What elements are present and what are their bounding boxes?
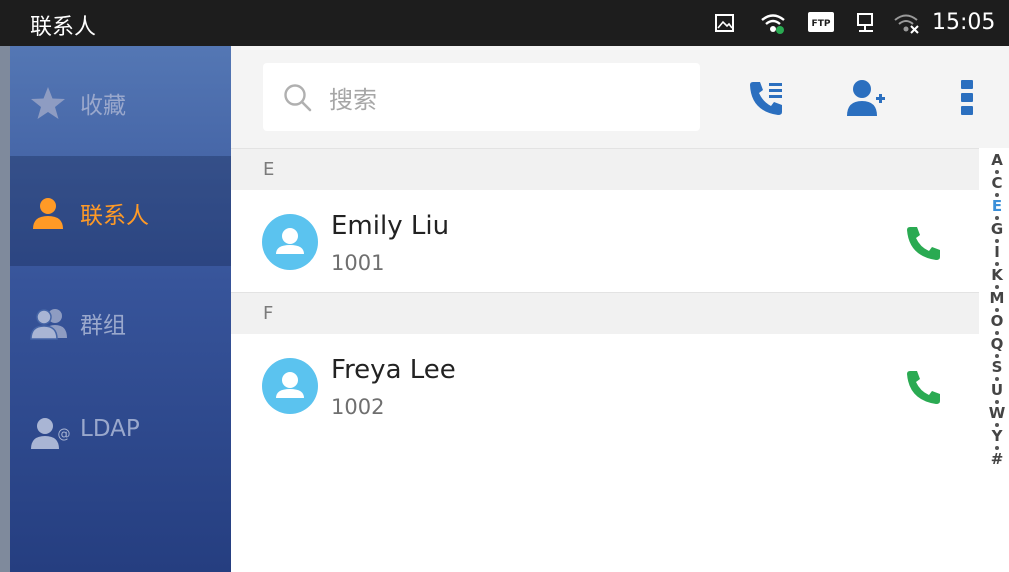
index-letter-q[interactable]: Q (991, 337, 1004, 352)
avatar (262, 214, 318, 274)
section-letter: F (263, 303, 274, 324)
star-icon (30, 86, 66, 124)
status-bar: 联系人 FTP 15:05 (0, 0, 1009, 46)
index-letter-w[interactable]: W (989, 406, 1006, 421)
sidebar-item-ldap[interactable]: @ LDAP (10, 376, 231, 486)
index-letter-hash[interactable]: # (991, 452, 1004, 467)
index-letter-g[interactable]: G (991, 222, 1003, 237)
sidebar-item-favorites[interactable]: 收藏 (10, 46, 231, 156)
sidebar-item-label: LDAP (80, 416, 140, 442)
more-menu-icon[interactable] (959, 78, 975, 122)
contacts-main-panel: 搜索 E Emily Liu 1001 F Freya Lee 1002 (231, 46, 1009, 572)
screenshot-icon (714, 12, 736, 38)
avatar (262, 358, 318, 418)
sidebar-item-label: 联系人 (80, 203, 149, 229)
contact-number: 1002 (331, 395, 385, 419)
ftp-badge-text: FTP (812, 19, 831, 29)
wifi-icon (760, 12, 786, 38)
wifi-disabled-icon (893, 12, 921, 38)
contact-row-emily-liu[interactable]: Emily Liu 1001 (231, 190, 979, 292)
sidebar-item-label: 收藏 (80, 93, 126, 119)
index-letter-y[interactable]: Y (992, 429, 1003, 444)
index-letter-o[interactable]: O (991, 314, 1004, 329)
toolbar: 搜索 (231, 46, 1009, 148)
window-frame (0, 46, 10, 572)
sidebar-item-label: 群组 (80, 313, 126, 339)
person-icon (30, 196, 66, 234)
add-contact-icon[interactable] (845, 78, 887, 122)
index-letter-s[interactable]: S (992, 360, 1003, 375)
section-header-f: F (231, 292, 979, 334)
sidebar-item-contacts[interactable]: 联系人 (10, 156, 231, 266)
index-letter-k[interactable]: K (991, 268, 1003, 283)
contact-number: 1001 (331, 251, 385, 275)
ftp-icon: FTP (807, 11, 835, 37)
index-letter-u[interactable]: U (991, 383, 1003, 398)
ldap-icon: @ (30, 416, 72, 454)
contact-name: Emily Liu (331, 211, 450, 241)
search-input[interactable]: 搜索 (263, 63, 700, 131)
group-icon (30, 306, 70, 344)
index-letter-i[interactable]: I (994, 245, 1000, 260)
status-bar-time: 15:05 (932, 10, 996, 35)
contact-name: Freya Lee (331, 355, 456, 385)
call-log-icon[interactable] (747, 78, 787, 122)
section-header-e: E (231, 148, 979, 190)
network-icon (855, 12, 877, 38)
index-letter-c[interactable]: C (991, 176, 1002, 191)
call-phone-icon[interactable] (905, 224, 945, 266)
section-letter: E (263, 159, 275, 180)
sidebar: 收藏 联系人 群组 @ LDAP (10, 46, 231, 572)
index-letter-a[interactable]: A (991, 153, 1003, 168)
status-bar-app-title: 联系人 (30, 15, 97, 40)
search-icon (283, 83, 313, 117)
search-placeholder: 搜索 (329, 86, 377, 114)
contact-row-freya-lee[interactable]: Freya Lee 1002 (231, 334, 979, 436)
index-letter-m[interactable]: M (990, 291, 1005, 306)
alphabet-index[interactable]: A C E G I K M O Q S U W Y # (985, 153, 1009, 572)
call-phone-icon[interactable] (905, 368, 945, 410)
svg-text:@: @ (58, 427, 71, 442)
sidebar-item-groups[interactable]: 群组 (10, 266, 231, 376)
index-letter-e[interactable]: E (992, 199, 1002, 214)
